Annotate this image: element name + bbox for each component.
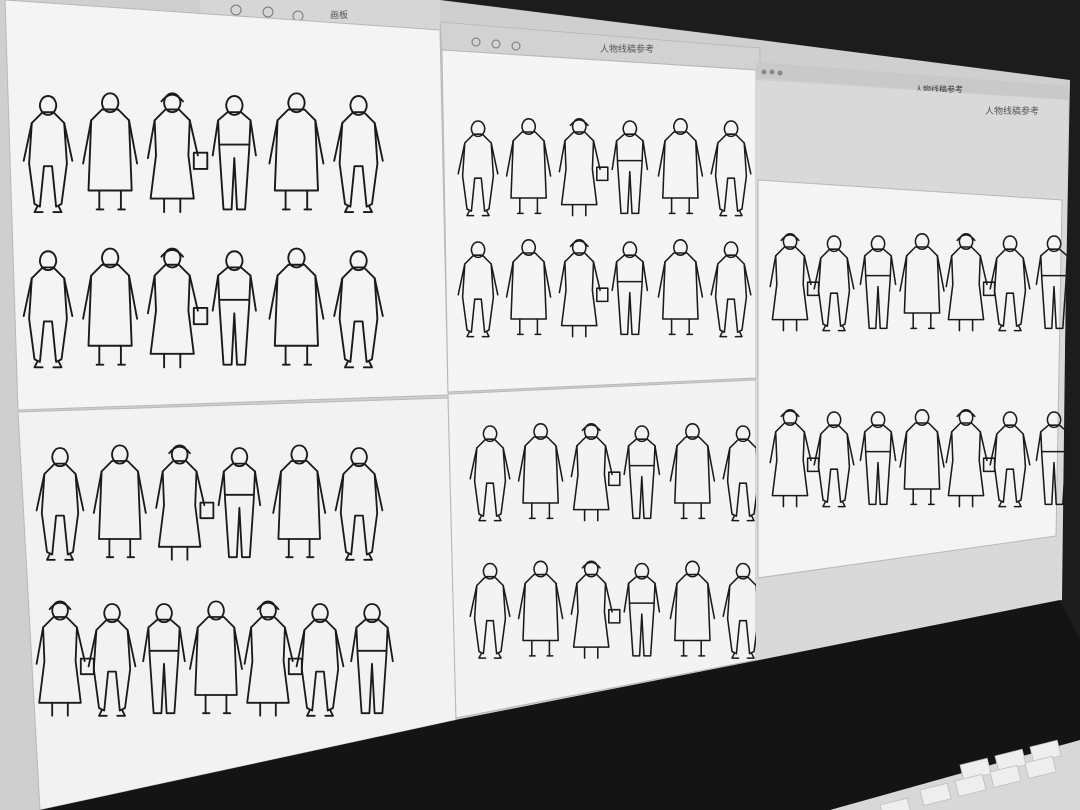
window-right[interactable]: 人物线稿参考 人物线稿参考: [756, 62, 1072, 660]
window-close-button[interactable]: [761, 69, 767, 75]
window-left[interactable]: 画板: [4, 0, 457, 810]
window-minimize-button[interactable]: [769, 69, 775, 75]
window-zoom-button[interactable]: [777, 70, 783, 76]
window-right-title: 人物线稿参考: [985, 105, 1039, 117]
window-middle-title: 人物线稿参考: [600, 43, 654, 55]
sheet-middle-bottom: [447, 379, 757, 719]
monitor-scene: 画板 人物线稿参考 人物线稿参考 人物线稿参考: [0, 0, 1080, 810]
sheet-left-top: [4, 0, 449, 411]
window-middle[interactable]: 人物线稿参考: [439, 21, 763, 719]
sheet-middle-top: [441, 49, 757, 393]
window-left-title: 画板: [330, 9, 348, 21]
